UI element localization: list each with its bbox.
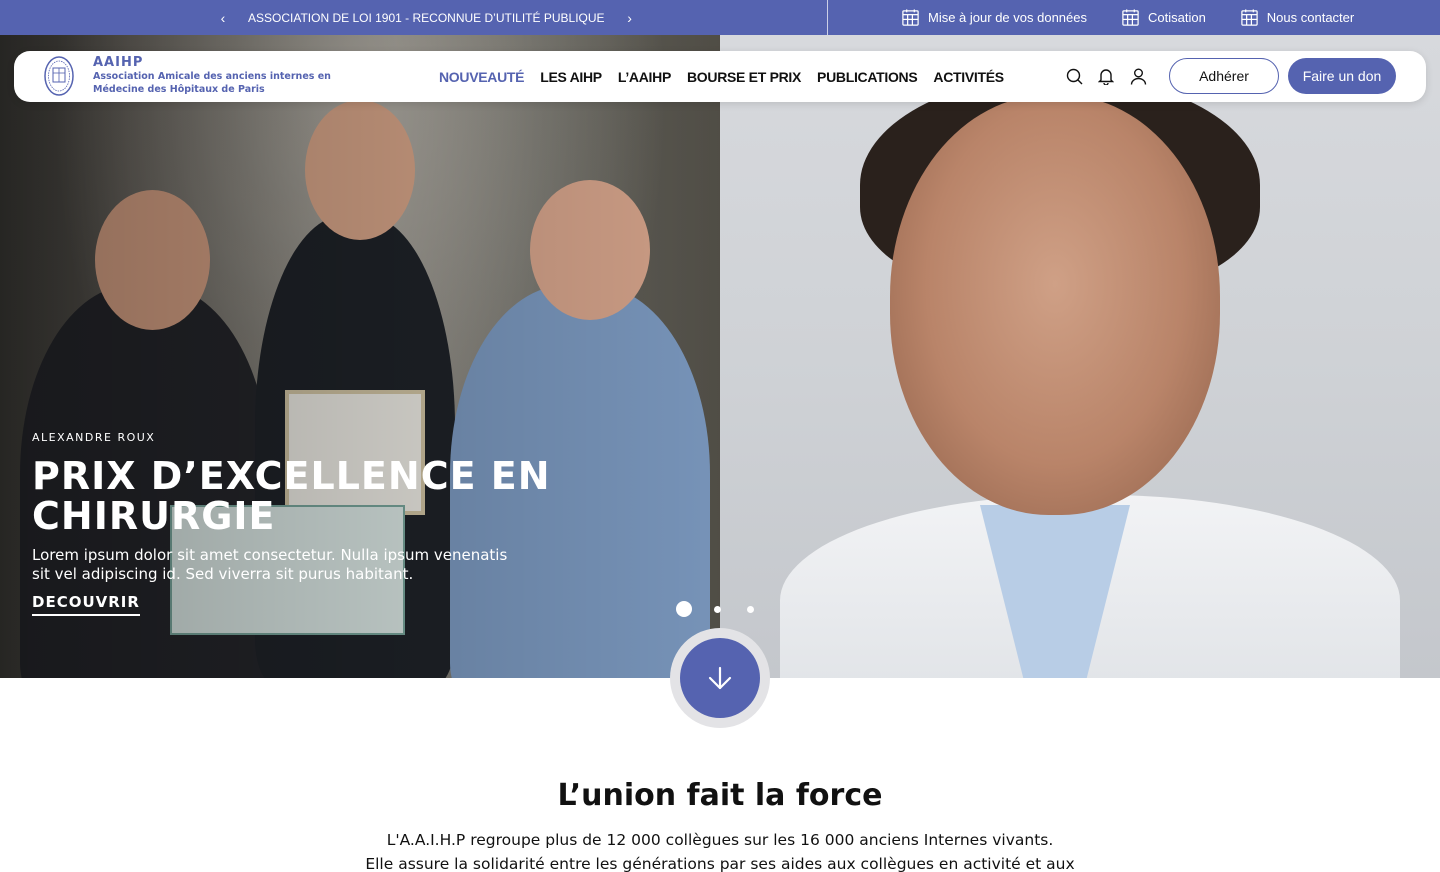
hero-description: Lorem ipsum dolor sit amet consectetur. …	[32, 546, 508, 583]
scroll-down-button[interactable]	[680, 638, 760, 718]
bell-icon[interactable]	[1096, 67, 1116, 87]
header-icons	[1064, 51, 1160, 102]
top-bar: ‹ ASSOCIATION DE LOI 1901 - RECONNUE D’U…	[0, 0, 1440, 35]
hero-title-line2: CHIRURGIE	[32, 494, 276, 538]
cotisation-link[interactable]: Cotisation	[1121, 8, 1206, 27]
nav-item-bourse-et-prix[interactable]: BOURSE ET PRIX	[687, 69, 801, 85]
slider-dot-3[interactable]	[747, 605, 754, 613]
hero-title-line1: PRIX D’EXCELLENCE EN	[32, 454, 551, 498]
aaihp-logo[interactable]	[44, 56, 74, 96]
main-nav: NOUVEAUTÉ LES AIHP L’AAIHP BOURSE ET PRI…	[439, 51, 1020, 102]
brand-subtitle-line1: Association Amicale des anciens internes…	[93, 71, 331, 82]
nav-item-publications[interactable]: PUBLICATIONS	[817, 69, 918, 85]
contact-link[interactable]: Nous contacter	[1240, 8, 1354, 27]
brand-name: AAIHP	[93, 55, 144, 70]
update-data-label: Mise à jour de vos données	[928, 10, 1087, 25]
calendar-icon	[902, 9, 919, 26]
brand: AAIHP Association Amicale des anciens in…	[93, 55, 331, 96]
chevron-right-icon[interactable]: ›	[617, 0, 643, 35]
nav-item-nouveaute[interactable]: NOUVEAUTÉ	[439, 69, 525, 85]
slider-dots	[676, 601, 780, 617]
nav-item-les-aihp[interactable]: LES AIHP	[540, 69, 602, 85]
user-icon[interactable]	[1128, 67, 1148, 87]
announcement-carousel: ‹ ASSOCIATION DE LOI 1901 - RECONNUE D’U…	[210, 0, 643, 35]
search-icon[interactable]	[1064, 67, 1084, 87]
top-bar-links: Mise à jour de vos données Cotisation No…	[901, 0, 1354, 35]
slider-dot-2[interactable]	[714, 605, 721, 613]
chevron-left-icon[interactable]: ‹	[210, 0, 236, 35]
hero-slider: ALEXANDRE ROUX PRIX D’EXCELLENCE EN CHIR…	[0, 35, 1440, 678]
top-bar-divider	[827, 0, 828, 35]
arrow-down-icon	[708, 666, 732, 690]
contact-label: Nous contacter	[1266, 10, 1355, 25]
slider-dot-1[interactable]	[676, 601, 692, 617]
main-header: AAIHP Association Amicale des anciens in…	[14, 51, 1426, 102]
hero-content: ALEXANDRE ROUX PRIX D’EXCELLENCE EN CHIR…	[32, 431, 632, 616]
donate-button[interactable]: Faire un don	[1288, 58, 1396, 94]
hero-photo-portrait	[720, 35, 1440, 678]
nav-item-laaihp[interactable]: L’AAIHP	[618, 69, 671, 85]
cotisation-label: Cotisation	[1147, 10, 1206, 25]
section-text: L'A.A.I.H.P regroupe plus de 12 000 coll…	[0, 828, 1440, 872]
calendar-icon	[1241, 9, 1258, 26]
section-title: L’union fait la force	[557, 778, 883, 813]
section-text-line2: Elle assure la solidarité entre les géné…	[365, 855, 1075, 872]
hero-title: PRIX D’EXCELLENCE EN CHIRURGIE	[32, 456, 632, 536]
join-button[interactable]: Adhérer	[1169, 58, 1279, 94]
update-data-link[interactable]: Mise à jour de vos données	[901, 8, 1087, 27]
hero-kicker: ALEXANDRE ROUX	[32, 431, 156, 444]
nav-item-activites[interactable]: ACTIVITÉS	[933, 69, 1004, 85]
discover-link[interactable]: DECOUVRIR	[32, 593, 140, 616]
calendar-icon	[1122, 9, 1139, 26]
brand-subtitle-line2: Médecine des Hôpitaux de Paris	[93, 84, 265, 95]
section-text-line1: L'A.A.I.H.P regroupe plus de 12 000 coll…	[386, 831, 1054, 849]
announcement-text: ASSOCIATION DE LOI 1901 - RECONNUE D’UTI…	[248, 10, 605, 25]
